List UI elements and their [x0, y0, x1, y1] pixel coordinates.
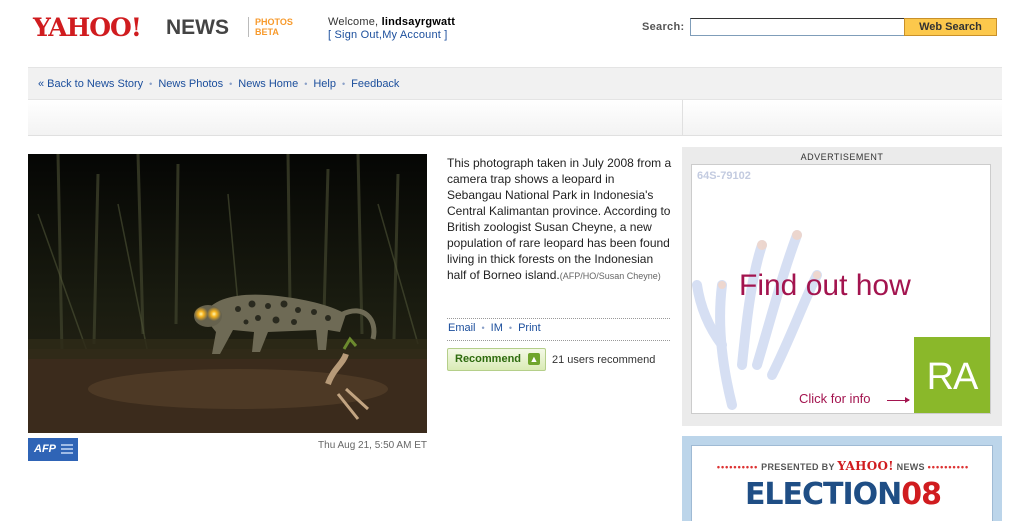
advertisement-label: ADVERTISEMENT [800, 152, 884, 162]
presented-by-text: PRESENTED BY [761, 462, 835, 472]
photo-timestamp: Thu Aug 21, 5:50 AM ET [318, 440, 427, 451]
divider [447, 318, 670, 319]
news-logo-text[interactable]: NEWS [166, 16, 229, 40]
action-separator: • [508, 323, 513, 333]
search-label: Search: [642, 21, 685, 33]
welcome-block: Welcome, lindsayrgwatt [ Sign Out,My Acc… [328, 16, 456, 41]
caption-text: This photograph taken in July 2008 from … [447, 156, 672, 282]
my-account-link[interactable]: My Account [382, 29, 441, 41]
photo-actions: Email • IM • Print [448, 322, 541, 334]
news-photo-leopard[interactable] [28, 154, 427, 433]
photo-caption: This photograph taken in July 2008 from … [447, 155, 672, 284]
election-title: ELECTION08 [692, 477, 994, 512]
ad-headline: Find out how [739, 269, 911, 302]
arrow-right-icon [887, 397, 910, 403]
photos-beta-label: PHOTOS BETA [248, 17, 293, 37]
username: lindsayrgwatt [381, 16, 456, 28]
nav-separator: • [149, 79, 153, 89]
ad-banner[interactable]: 64S-79102 Find out how Click for info RA [691, 164, 991, 414]
afp-logo[interactable]: AFP [28, 438, 78, 461]
beta-label: BETA [255, 27, 279, 37]
feedback-link[interactable]: Feedback [351, 78, 399, 90]
presented-by-line: •••••••••• PRESENTED BY YAHOO! NEWS ••••… [692, 459, 994, 473]
recommend-label: Recommend [455, 353, 522, 365]
divider [447, 340, 670, 341]
recommend-count: 21 users recommend [552, 354, 656, 366]
nav-separator: • [304, 79, 308, 89]
nav-separator: • [229, 79, 233, 89]
welcome-prefix: Welcome, [328, 16, 379, 28]
print-link[interactable]: Print [518, 322, 541, 334]
action-separator: • [481, 323, 485, 333]
news-label: NEWS [896, 462, 925, 472]
sub-bar-divider [682, 100, 683, 136]
yahoo-logo[interactable]: YAHOO! [33, 14, 142, 42]
search-input[interactable] [690, 18, 905, 36]
yahoo-logo-small: YAHOO! [837, 459, 894, 473]
election-title-word: ELECTION [744, 477, 902, 512]
election-promo: •••••••••• PRESENTED BY YAHOO! NEWS ••••… [682, 436, 1002, 521]
photo-credit: (AFP/HO/Susan Cheyne) [559, 271, 661, 281]
recommend-button[interactable]: Recommend ▲ [447, 348, 546, 371]
leopard-photo-image [28, 154, 427, 433]
photo-meta: AFP Thu Aug 21, 5:50 AM ET [28, 437, 427, 461]
news-photos-link[interactable]: News Photos [158, 78, 223, 90]
election-banner[interactable]: •••••••••• PRESENTED BY YAHOO! NEWS ••••… [691, 445, 993, 521]
im-link[interactable]: IM [491, 322, 503, 334]
nav-separator: • [341, 79, 346, 89]
back-to-story-link[interactable]: « Back to News Story [38, 78, 143, 90]
ad-brand-logo: RA [914, 337, 990, 413]
email-link[interactable]: Email [448, 322, 476, 334]
nav-bar: « Back to News Story • News Photos • News Ho… [28, 67, 1002, 100]
ad-click-text[interactable]: Click for info [799, 391, 871, 406]
photos-label: PHOTOS [255, 17, 293, 27]
web-search-button[interactable]: Web Search [904, 18, 997, 36]
sign-out-link[interactable]: Sign Out [335, 29, 379, 41]
news-home-link[interactable]: News Home [238, 78, 298, 90]
election-year: 08 [901, 477, 942, 512]
help-link[interactable]: Help [313, 78, 336, 90]
ad-code: 64S-79102 [697, 170, 751, 182]
decorative-dots: •••••••••• [716, 462, 759, 472]
decorative-dots: •••••••••• [927, 462, 970, 472]
sub-bar [28, 100, 1002, 136]
thumbs-up-icon: ▲ [528, 353, 540, 365]
advertisement-box: ADVERTISEMENT 64S-79102 Find out how Cli… [682, 147, 1002, 426]
